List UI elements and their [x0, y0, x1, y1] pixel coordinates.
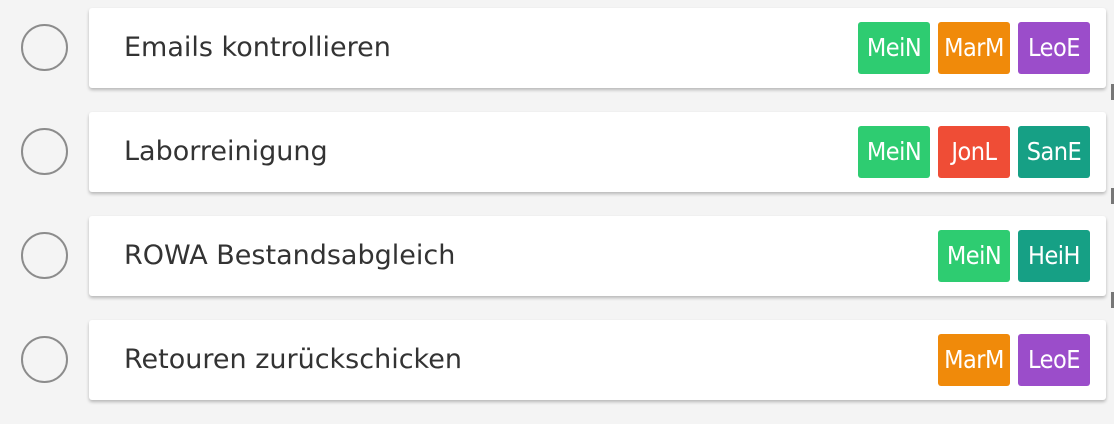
task-row: Emails kontrollieren MeiN MarM LeoE [0, 8, 1114, 100]
assignee-tags: MeiN JonL SanE [858, 126, 1090, 178]
assignee-tag[interactable]: HeiH [1018, 230, 1090, 282]
assignee-tag[interactable]: MarM [938, 22, 1010, 74]
assignee-tag[interactable]: MeiN [938, 230, 1010, 282]
task-row: ROWA Bestandsabgleich MeiN HeiH [0, 216, 1114, 308]
assignee-tag[interactable]: MeiN [858, 22, 930, 74]
complete-checkbox[interactable] [21, 24, 68, 71]
assignee-tag[interactable]: MarM [938, 334, 1010, 386]
complete-checkbox[interactable] [21, 232, 68, 279]
assignee-tags: MarM LeoE [938, 334, 1090, 386]
task-row: Retouren zurückschicken MarM LeoE [0, 320, 1114, 400]
task-title: Laborreinigung [124, 136, 328, 167]
assignee-tags: MeiN MarM LeoE [858, 22, 1090, 74]
assignee-tag[interactable]: LeoE [1018, 334, 1090, 386]
assignee-tag[interactable]: LeoE [1018, 22, 1090, 74]
assignee-tag[interactable]: MeiN [858, 126, 930, 178]
assignee-tags: MeiN HeiH [938, 230, 1090, 282]
task-row: Laborreinigung MeiN JonL SanE [0, 112, 1114, 204]
task-title: Retouren zurückschicken [124, 344, 462, 375]
complete-checkbox[interactable] [21, 128, 68, 175]
assignee-tag[interactable]: SanE [1018, 126, 1090, 178]
task-title: ROWA Bestandsabgleich [124, 240, 456, 271]
task-card[interactable]: Laborreinigung MeiN JonL SanE [89, 112, 1106, 192]
task-list: Emails kontrollieren MeiN MarM LeoE Labo… [0, 8, 1114, 424]
task-title: Emails kontrollieren [124, 32, 391, 63]
complete-checkbox[interactable] [21, 336, 68, 383]
assignee-tag[interactable]: JonL [938, 126, 1010, 178]
task-card[interactable]: Emails kontrollieren MeiN MarM LeoE [89, 8, 1106, 88]
task-card[interactable]: Retouren zurückschicken MarM LeoE [89, 320, 1106, 400]
task-card[interactable]: ROWA Bestandsabgleich MeiN HeiH [89, 216, 1106, 296]
